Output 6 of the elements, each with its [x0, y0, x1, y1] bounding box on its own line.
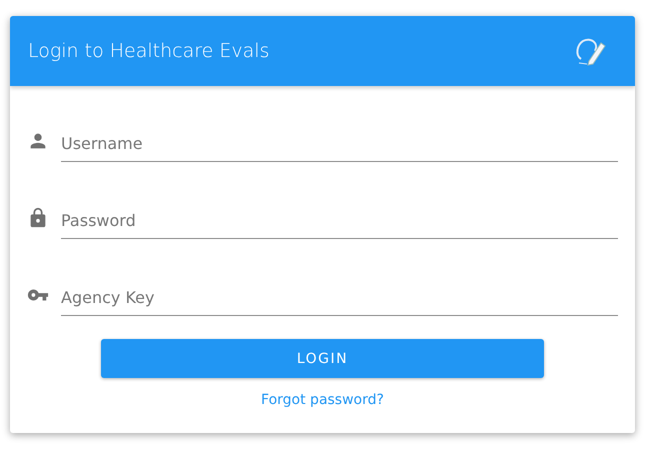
text-field[interactable]: Username — [61, 125, 618, 162]
text-field[interactable]: Agency Key — [61, 279, 618, 316]
text-field[interactable]: Password — [61, 202, 618, 239]
forgot-password-link[interactable]: Forgot password? — [261, 392, 384, 408]
login-button[interactable]: LOGIN — [101, 339, 544, 378]
header-title: Login to Healthcare Evals — [28, 40, 270, 62]
